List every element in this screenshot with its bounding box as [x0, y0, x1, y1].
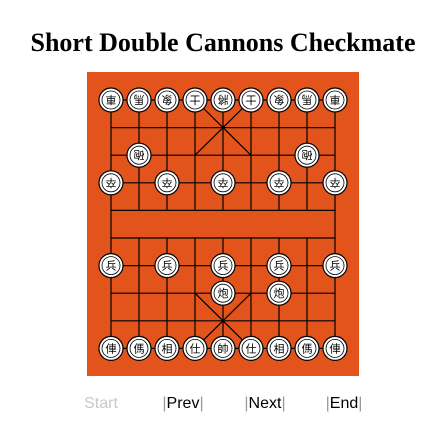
piece-bottom[interactable]: 兵 — [322, 253, 348, 279]
piece-glyph: 卒 — [162, 176, 173, 190]
start-button[interactable]: Start — [75, 390, 127, 418]
navigation-controls: Start |Prev| |Next| |End| — [0, 390, 446, 420]
piece-top[interactable]: 將 — [210, 87, 236, 113]
board-grid: 車 馬 象 士 將 士 象 馬 車砲 砲卒 卒 卒 卒 卒兵 兵 兵 兵 兵炮 炮俥 傌 相 仕 帥 仕 相 傌 俥 — [98, 87, 348, 361]
piece-bottom[interactable]: 仕 — [182, 335, 208, 361]
piece-top[interactable]: 卒 — [322, 170, 348, 196]
piece-bottom[interactable]: 相 — [266, 335, 292, 361]
piece-glyph: 兵 — [218, 260, 229, 273]
piece-top[interactable]: 士 — [238, 87, 264, 113]
piece-bottom[interactable]: 兵 — [154, 253, 180, 279]
piece-top[interactable]: 砲 — [126, 142, 152, 168]
prev-button[interactable]: |Prev| — [155, 390, 211, 418]
piece-glyph: 仕 — [190, 342, 201, 355]
piece-top[interactable]: 卒 — [266, 170, 292, 196]
start-button-label: Start — [84, 395, 118, 412]
piece-glyph: 傌 — [134, 341, 145, 355]
piece-glyph: 象 — [162, 93, 173, 106]
piece-glyph: 馬 — [302, 93, 313, 106]
piece-glyph: 傌 — [302, 341, 313, 355]
piece-glyph: 炮 — [274, 287, 285, 300]
piece-top[interactable]: 馬 — [294, 87, 320, 113]
piece-glyph: 士 — [190, 93, 201, 106]
piece-bottom[interactable]: 兵 — [266, 253, 292, 279]
piece-glyph: 卒 — [330, 176, 341, 190]
piece-bottom[interactable]: 炮 — [266, 280, 292, 306]
piece-top[interactable]: 車 — [322, 87, 348, 113]
piece-top[interactable]: 砲 — [294, 142, 320, 168]
piece-bottom[interactable]: 傌 — [294, 335, 320, 361]
piece-glyph: 馬 — [134, 93, 145, 106]
piece-top[interactable]: 卒 — [98, 170, 124, 196]
piece-glyph: 士 — [246, 93, 257, 106]
piece-glyph: 兵 — [274, 260, 285, 273]
piece-glyph: 炮 — [218, 287, 229, 300]
piece-glyph: 兵 — [330, 260, 341, 273]
piece-bottom[interactable]: 俥 — [98, 335, 124, 361]
next-button-label: Next — [248, 395, 282, 412]
piece-top[interactable]: 象 — [154, 87, 180, 113]
piece-glyph: 卒 — [274, 176, 285, 190]
piece-glyph: 俥 — [330, 342, 341, 355]
piece-bottom[interactable]: 俥 — [322, 335, 348, 361]
prev-button-label: Prev — [166, 395, 200, 412]
piece-glyph: 兵 — [106, 260, 117, 273]
piece-top[interactable]: 卒 — [154, 170, 180, 196]
piece-glyph: 卒 — [218, 176, 229, 190]
piece-top[interactable]: 車 — [98, 87, 124, 113]
piece-top[interactable]: 卒 — [210, 170, 236, 196]
end-button[interactable]: |End| — [319, 390, 369, 418]
piece-glyph: 相 — [274, 342, 285, 355]
piece-bottom[interactable]: 帥 — [210, 335, 236, 361]
xiangqi-board: 車 馬 象 士 將 士 象 馬 車砲 砲卒 卒 卒 卒 卒兵 兵 兵 兵 兵炮 炮俥 傌 相 仕 帥 仕 相 傌 俥 — [87, 72, 359, 376]
piece-bottom[interactable]: 相 — [154, 335, 180, 361]
piece-top[interactable]: 士 — [182, 87, 208, 113]
piece-bottom[interactable]: 傌 — [126, 335, 152, 361]
piece-glyph: 卒 — [106, 176, 117, 190]
piece-glyph: 將 — [218, 93, 229, 107]
piece-glyph: 帥 — [218, 342, 229, 355]
next-button[interactable]: |Next| — [236, 390, 294, 418]
piece-glyph: 仕 — [246, 342, 257, 355]
piece-glyph: 兵 — [162, 260, 173, 273]
piece-glyph: 相 — [162, 342, 173, 355]
piece-glyph: 車 — [330, 93, 341, 107]
piece-glyph: 砲 — [302, 148, 313, 161]
piece-top[interactable]: 馬 — [126, 87, 152, 113]
piece-bottom[interactable]: 兵 — [98, 253, 124, 279]
piece-glyph: 象 — [274, 93, 285, 106]
piece-top[interactable]: 象 — [266, 87, 292, 113]
end-button-label: End — [329, 395, 359, 412]
piece-bottom[interactable]: 炮 — [210, 280, 236, 306]
piece-glyph: 車 — [106, 93, 117, 107]
page-title: Short Double Cannons Checkmate — [30, 28, 416, 57]
piece-glyph: 砲 — [134, 148, 145, 161]
piece-bottom[interactable]: 仕 — [238, 335, 264, 361]
piece-glyph: 俥 — [106, 342, 117, 355]
piece-bottom[interactable]: 兵 — [210, 253, 236, 279]
